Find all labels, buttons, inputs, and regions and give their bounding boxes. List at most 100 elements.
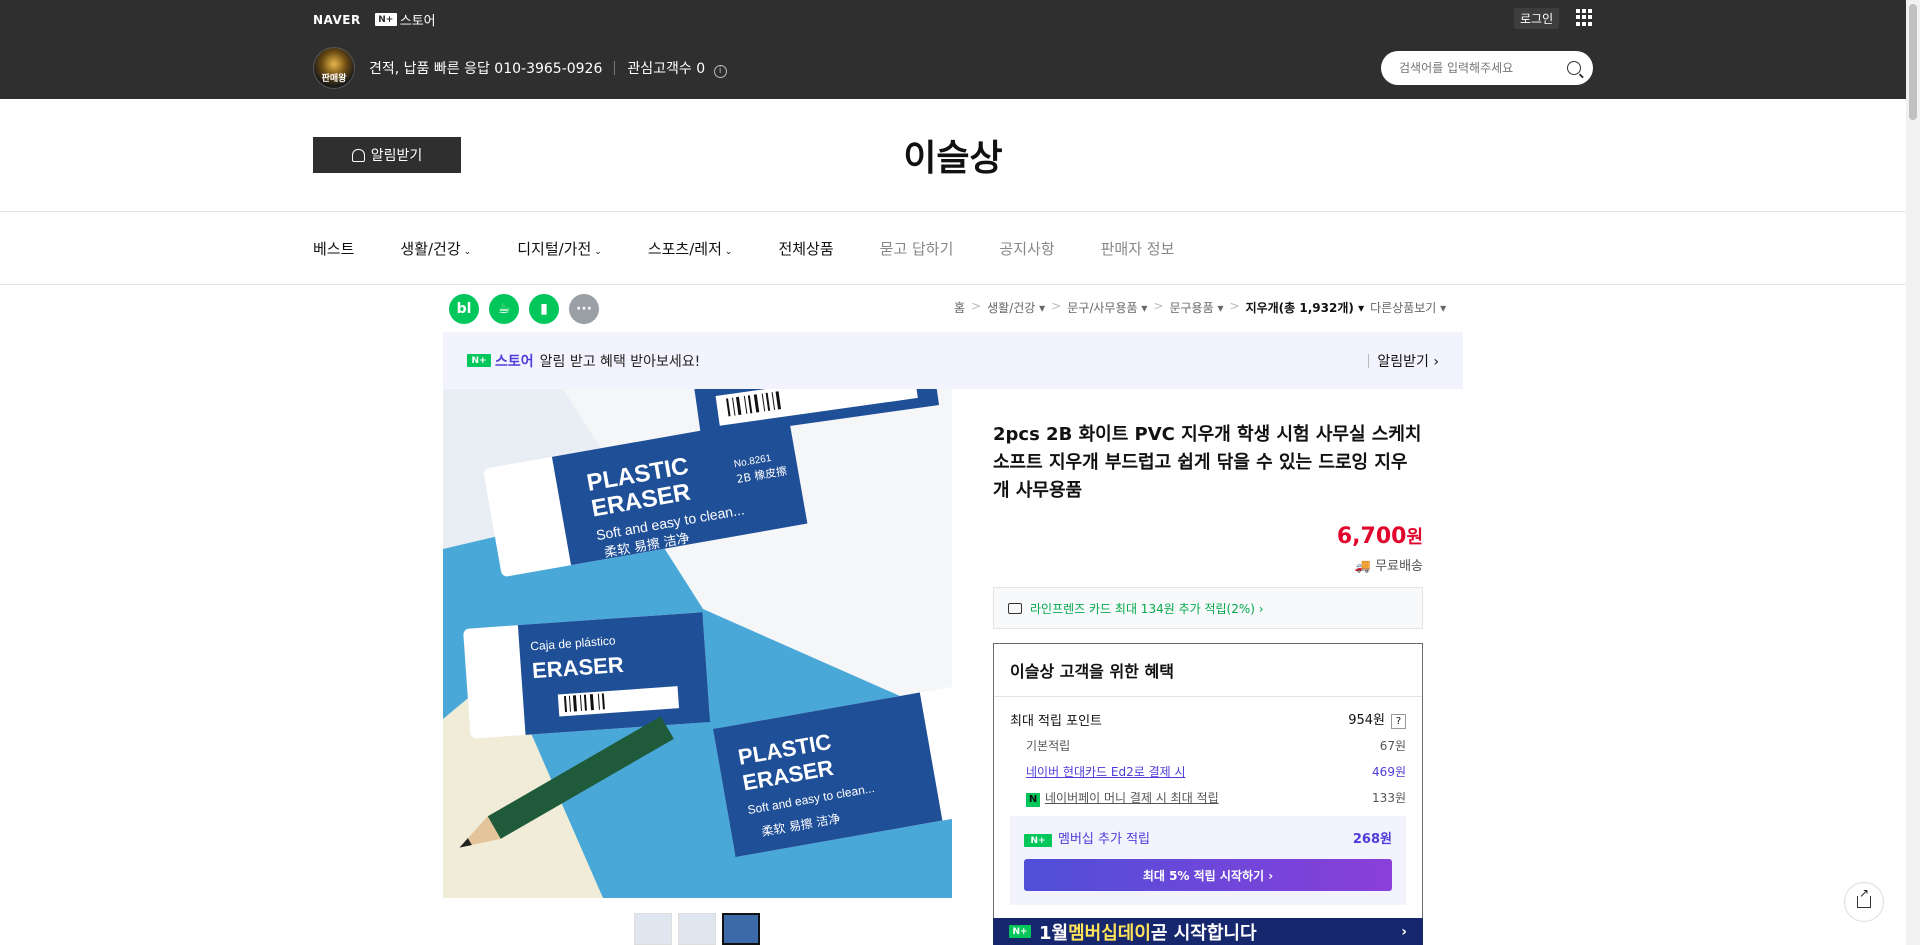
- nav-item-qna[interactable]: 묻고 답하기: [880, 238, 954, 259]
- search-input[interactable]: [1399, 61, 1567, 75]
- thumbnail[interactable]: [678, 913, 716, 945]
- shipping-info: 🚚 무료배송: [993, 555, 1423, 574]
- bookmark-share-icon[interactable]: ▮: [529, 294, 559, 324]
- nav-item-sports[interactable]: 스포츠/레저 ⌄: [648, 238, 733, 259]
- cafe-share-icon[interactable]: ☕: [489, 294, 519, 324]
- card-points-row: 네이버 현대카드 Ed2로 결제 시 469원: [1010, 763, 1406, 780]
- thumbnail[interactable]: [634, 913, 672, 945]
- membership-start-button[interactable]: 최대 5% 적립 시작하기 ›: [1024, 859, 1392, 891]
- floating-share-button[interactable]: [1844, 882, 1884, 922]
- naver-plus-icon: N+: [467, 354, 491, 367]
- nav-label: 판매자 정보: [1100, 240, 1175, 258]
- membership-value: 268원: [1352, 831, 1392, 847]
- price-value: 6,700: [1336, 524, 1407, 549]
- blog-share-icon[interactable]: bl: [449, 294, 479, 324]
- naver-plus-store-logo[interactable]: N+ 스토어: [374, 10, 436, 29]
- top-bar: NAVER N+ 스토어 로그인 판매왕 견적, 납품 빠른 응답 010-39…: [0, 0, 1920, 99]
- nav-item-all-products[interactable]: 전체상품: [778, 238, 833, 259]
- membership-label-wrap: N+ 멤버십 추가 적립: [1024, 828, 1150, 847]
- npay-points-link[interactable]: 네이버페이 머니 결제 시 최대 적립: [1045, 791, 1219, 805]
- store-label: 스토어: [399, 14, 436, 29]
- eraser-photo: PLASTIC ERASER Soft and easy to clean...…: [443, 389, 952, 898]
- breadcrumb-home[interactable]: 홈: [954, 299, 965, 316]
- divider: [1368, 353, 1370, 368]
- membership-box: N+ 멤버십 추가 적립 268원 최대 5% 적립 시작하기 ›: [1010, 815, 1406, 905]
- caret-down-icon: ▾: [1358, 301, 1365, 315]
- naver-plus-icon: N+: [1024, 834, 1052, 847]
- nav-label: 스포츠/레저: [647, 240, 722, 258]
- breadcrumb-separator: >: [1153, 299, 1164, 313]
- nav-item-digital[interactable]: 디지털/가전 ⌄: [517, 238, 602, 259]
- caret-down-icon: ▾: [1039, 301, 1046, 315]
- membership-day-banner[interactable]: N+ 1월 멤버십데이 곧 시작합니다 ›: [993, 918, 1423, 945]
- chevron-right-icon: ›: [1401, 923, 1407, 940]
- seller-avatar-label: 판매왕: [321, 74, 347, 84]
- store-header: 알림받기 이슬상: [0, 99, 1920, 212]
- image-thumbnails: [634, 913, 760, 945]
- nav-item-notice[interactable]: 공지사항: [999, 238, 1054, 259]
- nav-item-best[interactable]: 베스트: [313, 238, 354, 259]
- breadcrumb-category-4[interactable]: 지우개(총 1,932개) ▾: [1246, 299, 1365, 316]
- breadcrumb-category-3[interactable]: 문구용품 ▾: [1169, 299, 1223, 316]
- promo-action[interactable]: 알림받기 ›: [1368, 351, 1439, 371]
- app-grid-icon[interactable]: [1576, 9, 1593, 26]
- npay-points-wrap[interactable]: N 네이버페이 머니 결제 시 최대 적립: [1026, 789, 1219, 807]
- store-title[interactable]: 이슬상: [0, 129, 1906, 181]
- naver-logo[interactable]: NAVER: [313, 13, 361, 27]
- card-promo[interactable]: 라인프렌즈 카드 최대 134원 추가 적립(2%) ›: [993, 587, 1423, 629]
- card-points-link[interactable]: 네이버 현대카드 Ed2로 결제 시: [1026, 763, 1186, 780]
- naver-plus-icon: N+: [374, 13, 397, 26]
- basic-points-label: 기본적립: [1026, 739, 1071, 753]
- product-detail: 2pcs 2B 화이트 PVC 지우개 학생 시험 사무실 스케치 소프트 지우…: [993, 421, 1423, 922]
- divider: [994, 696, 1422, 697]
- card-points-value: 469원: [1372, 765, 1406, 779]
- store-alarm-promo: N+ 스토어 알림 받고 혜택 받아보세요! 알림받기 ›: [443, 332, 1463, 389]
- breadcrumb-label: 문구/사무용품: [1067, 301, 1138, 315]
- nav-label: 전체상품: [778, 240, 834, 258]
- max-points-label: 최대 적립 포인트: [1010, 713, 1102, 729]
- chevron-down-icon: ⌄: [724, 247, 733, 257]
- price-currency: 원: [1406, 527, 1423, 548]
- seller-avatar[interactable]: 판매왕: [313, 47, 355, 89]
- basic-points-value: 67원: [1379, 739, 1406, 753]
- benefit-box: 이슬상 고객을 위한 혜택 최대 적립 포인트 954원? 기본적립 67원 네…: [993, 643, 1423, 922]
- promo-alarm-link[interactable]: 알림받기 ›: [1377, 351, 1439, 371]
- nav-item-living-health[interactable]: 생활/건강 ⌄: [400, 238, 471, 259]
- help-icon[interactable]: ?: [1391, 714, 1406, 729]
- login-button[interactable]: 로그인: [1514, 8, 1560, 29]
- npay-points-row: N 네이버페이 머니 결제 시 최대 적립 133원: [1010, 789, 1406, 807]
- max-points-value-wrap: 954원?: [1348, 709, 1406, 729]
- thumbnail-selected[interactable]: [722, 913, 760, 945]
- naver-plus-icon: N+: [1009, 925, 1031, 938]
- breadcrumb-label: 지우개(총 1,932개): [1245, 301, 1354, 315]
- info-icon[interactable]: i: [713, 64, 727, 78]
- card-promo-text: 라인프렌즈 카드 최대 134원 추가 적립(2%) ›: [1030, 601, 1264, 616]
- brand-bar: NAVER N+ 스토어: [313, 10, 436, 30]
- breadcrumb-other-products[interactable]: 다른상품보기 ▾: [1370, 299, 1446, 316]
- banner-text-pre: 1월: [1039, 922, 1069, 944]
- search-icon[interactable]: [1567, 61, 1581, 75]
- share-buttons: bl ☕ ▮ ···: [449, 294, 599, 324]
- scrollbar-thumb[interactable]: [1909, 4, 1917, 120]
- nav-item-seller-info[interactable]: 판매자 정보: [1101, 238, 1175, 259]
- scrollbar[interactable]: [1906, 0, 1920, 945]
- nav-label: 베스트: [313, 240, 355, 258]
- nav-label: 묻고 답하기: [879, 240, 954, 258]
- product-title: 2pcs 2B 화이트 PVC 지우개 학생 시험 사무실 스케치 소프트 지우…: [993, 424, 1422, 501]
- caret-down-icon: ▾: [1440, 301, 1447, 315]
- follower-count-text: 관심고객수 0: [627, 61, 706, 77]
- naver-pay-icon: N: [1026, 792, 1040, 807]
- product-price: 6,700원: [993, 523, 1423, 549]
- more-share-icon[interactable]: ···: [569, 294, 599, 324]
- breadcrumb-separator: >: [1051, 299, 1062, 313]
- caret-down-icon: ▾: [1141, 301, 1148, 315]
- search-box[interactable]: [1381, 51, 1593, 85]
- breadcrumb-separator: >: [1229, 299, 1240, 313]
- breadcrumb-category-1[interactable]: 생활/건강 ▾: [987, 299, 1045, 316]
- breadcrumb-label: 다른상품보기: [1370, 301, 1437, 315]
- breadcrumb-category-2[interactable]: 문구/사무용품 ▾: [1067, 299, 1147, 316]
- truck-icon: 🚚: [1354, 559, 1372, 574]
- breadcrumb-separator: >: [971, 299, 982, 313]
- product-main-image[interactable]: PLASTIC ERASER Soft and easy to clean...…: [443, 389, 952, 898]
- npay-points-value: 133원: [1372, 791, 1406, 806]
